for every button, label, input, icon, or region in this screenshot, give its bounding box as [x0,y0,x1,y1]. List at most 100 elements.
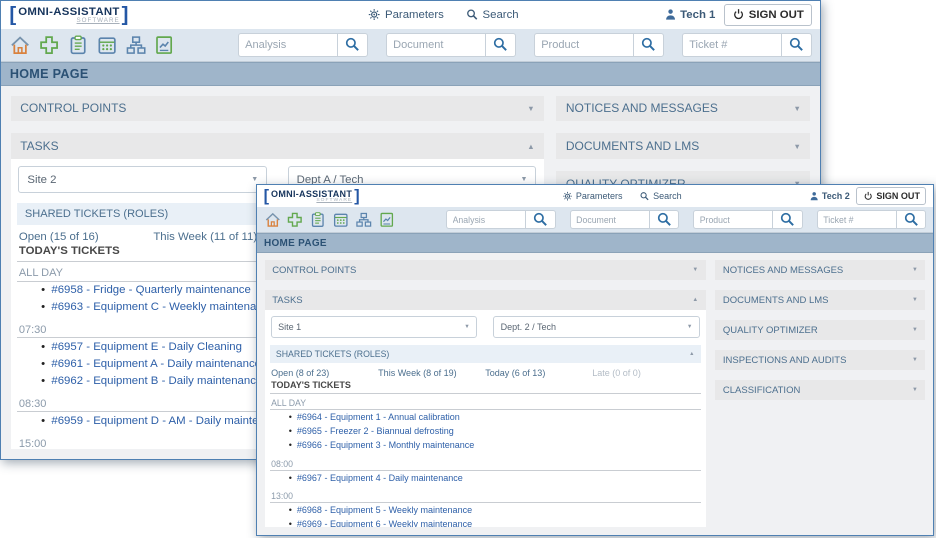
document-search-input[interactable] [569,210,649,230]
shared-tickets-header[interactable]: SHARED TICKETS (ROLES) ▲ [269,345,701,363]
ticket-link[interactable]: #6964 - Equipment 1 - Annual calibration [297,412,460,422]
search-menu[interactable]: Search [465,8,519,21]
chevron-down-icon: ▼ [911,387,918,394]
analysis-search-button[interactable] [525,210,556,230]
ticket-search-input[interactable] [817,210,896,230]
add-icon[interactable] [38,34,60,56]
search-label: Search [482,8,519,21]
site-select[interactable]: Site 2 ▼ [18,166,268,193]
calendar-icon[interactable] [332,211,350,229]
ticket-search-input[interactable] [681,32,781,57]
report-icon[interactable] [378,211,396,229]
document-search-button[interactable] [484,32,516,57]
power-icon [864,191,872,200]
ticket-link[interactable]: #6967 - Equipment 4 - Daily maintenance [297,473,463,483]
checklist-icon[interactable] [309,211,327,229]
sign-out-button[interactable]: SIGN OUT [723,4,812,26]
user-chip[interactable]: Tech 2 [809,191,850,201]
ticket-link[interactable]: #6958 - Fridge - Quarterly maintenance [51,284,250,296]
logo-subtitle: SOFTWARE [76,16,120,24]
panel-notices-and-messages[interactable]: NOTICES AND MESSAGES ▼ [556,95,811,121]
shared-tickets-label: SHARED TICKETS (ROLES) [24,207,169,220]
bullet-icon: • [288,505,292,516]
stat-today: Today (6 of 13) [485,367,546,378]
ticket-link[interactable]: #6961 - Equipment A - Daily maintenance [51,358,261,370]
panel-documents-and-lms[interactable]: DOCUMENTS AND LMS ▼ [556,133,811,159]
analysis-search-input[interactable] [237,32,337,57]
bullet-icon: • [41,414,46,427]
parameters-menu[interactable]: Parameters [368,8,444,21]
panel-control-points[interactable]: CONTROL POINTS ▼ [264,260,706,281]
logo-subtitle: SOFTWARE [316,197,353,203]
panel-inspections-and-audits[interactable]: INSPECTIONS AND AUDITS ▼ [715,350,926,371]
calendar-icon[interactable] [96,34,118,56]
panel-title: NOTICES AND MESSAGES [722,264,844,276]
ticket-link[interactable]: #6957 - Equipment E - Daily Cleaning [51,341,242,353]
site-select[interactable]: Site 1 ▼ [270,316,478,338]
ticket-link[interactable]: #6959 - Equipment D - AM - Daily mainten… [51,415,289,427]
product-search-input[interactable] [693,210,773,230]
panel-control-points[interactable]: CONTROL POINTS ▼ [10,95,545,121]
ticket-time-group: 08:00 • #6967 - Equipment 4 - Daily maint… [269,454,701,487]
panel-tasks[interactable]: TASKS ▲ [264,290,706,311]
ticket-link[interactable]: #6969 - Equipment 6 - Weekly maintenance [297,519,472,527]
app-window-tech2: [ OMNI-ASSISTANT SOFTWARE ] Parameters S… [256,184,934,536]
panel-title: INSPECTIONS AND AUDITS [722,354,847,366]
chevron-down-icon: ▼ [692,267,699,274]
product-search-button[interactable] [772,210,803,230]
parameters-menu[interactable]: Parameters [562,191,623,201]
search-menu[interactable]: Search [640,191,682,201]
sitemap-icon[interactable] [125,34,147,56]
panel-tasks[interactable]: TASKS ▲ [10,133,545,159]
search-icon [904,213,918,227]
home-icon[interactable] [9,34,31,56]
chevron-down-icon: ▼ [686,324,693,331]
sign-out-label: SIGN OUT [876,190,920,201]
logo-bracket-left: [ [263,186,270,205]
analysis-search-button[interactable] [336,32,368,57]
document-search-input[interactable] [385,32,485,57]
ticket-time-group: ALL DAY • #6964 - Equipment 1 - Annual ca… [269,394,701,455]
list-item: • #6966 - Equipment 3 - Monthly maintenan… [270,438,701,452]
user-name: Tech 2 [821,190,850,201]
home-icon[interactable] [264,211,282,229]
analysis-search [446,210,556,230]
product-search-button[interactable] [632,32,664,57]
checklist-icon[interactable] [67,34,89,56]
bullet-icon: • [288,519,292,528]
gear-icon [562,191,573,201]
home-content: CONTROL POINTS ▼ TASKS ▲ Site 1 ▼ Dept. … [257,252,933,535]
chevron-down-icon: ▼ [464,324,470,331]
shared-tickets-label: SHARED TICKETS (ROLES) [275,349,390,360]
panel-notices-and-messages[interactable]: NOTICES AND MESSAGES ▼ [715,260,926,281]
quick-access-bar [1,28,820,62]
user-chip[interactable]: Tech 1 [664,8,715,21]
panel-quality-optimizer[interactable]: QUALITY OPTIMIZER ▼ [715,320,926,341]
panel-title: DOCUMENTS AND LMS [722,294,829,306]
ticket-search-button[interactable] [780,32,812,57]
document-search-button[interactable] [648,210,680,230]
ticket-link[interactable]: #6963 - Equipment C - Weekly maintenance [51,301,274,313]
ticket-link[interactable]: #6962 - Equipment B - Daily maintenance [51,375,262,387]
ticket-link[interactable]: #6966 - Equipment 3 - Monthly maintenanc… [297,440,474,450]
ticket-time-group: 13:00 • #6968 - Equipment 5 - Weekly main… [269,487,701,528]
chevron-down-icon: ▼ [520,176,528,184]
add-icon[interactable] [286,211,304,229]
page-title: HOME PAGE [1,61,820,87]
analysis-search [237,32,368,57]
panel-documents-and-lms[interactable]: DOCUMENTS AND LMS ▼ [715,290,926,311]
ticket-search-button[interactable] [895,210,927,230]
sign-out-button[interactable]: SIGN OUT [856,187,927,205]
analysis-search-input[interactable] [446,210,526,230]
time-label: 08:00 [269,454,701,471]
product-search [693,210,803,230]
sitemap-icon[interactable] [355,211,373,229]
panel-classification[interactable]: CLASSIFICATION ▼ [715,380,926,401]
search-icon [345,38,360,52]
product-search-input[interactable] [533,32,633,57]
dept-select[interactable]: Dept. 2 / Tech ▼ [493,316,700,338]
dept-select-value: Dept. 2 / Tech [500,322,557,333]
ticket-link[interactable]: #6965 - Freezer 2 - Biannual defrosting [297,426,454,436]
report-icon[interactable] [153,34,175,56]
ticket-link[interactable]: #6968 - Equipment 5 - Weekly maintenance [297,505,472,515]
